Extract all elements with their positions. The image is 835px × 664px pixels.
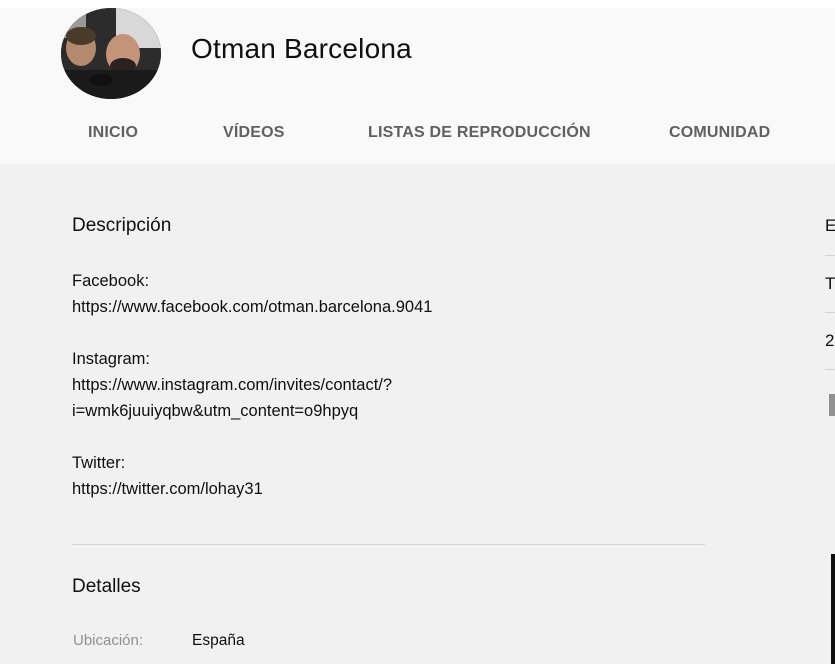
channel-tabs: INICIO VÍDEOS LISTAS DE REPRODUCCIÓN COM… [0, 120, 835, 150]
channel-header: Otman Barcelona INICIO VÍDEOS LISTAS DE … [0, 8, 835, 164]
section-divider [72, 544, 705, 545]
facebook-link[interactable]: https://www.facebook.com/otman.barcelona… [72, 298, 432, 317]
instagram-label: Instagram: [72, 350, 150, 368]
location-label: Ubicación: [73, 632, 144, 649]
facebook-label: Facebook: [72, 272, 150, 290]
sidebar-divider-3 [825, 369, 835, 370]
scrollbar-edge [831, 554, 835, 664]
avatar-photo [61, 8, 161, 99]
tab-listas-de-reproduccion[interactable]: LISTAS DE REPRODUCCIÓN [368, 124, 591, 142]
sidebar-partial-stat-1: T [825, 274, 835, 293]
about-content: Descripción Facebook: https://www.facebo… [0, 164, 835, 664]
instagram-link-line2[interactable]: i=wmk6juuiyqbw&utm_content=o9hpyq [72, 402, 358, 421]
tab-videos[interactable]: VÍDEOS [223, 124, 285, 142]
sidebar-partial-stat-2: 2 [825, 331, 835, 350]
location-value: España [192, 632, 245, 649]
channel-name: Otman Barcelona [191, 33, 412, 64]
tab-comunidad[interactable]: COMUNIDAD [669, 124, 770, 142]
twitter-label: Twitter: [72, 454, 126, 472]
sidebar-divider-2 [825, 312, 835, 313]
instagram-link-line1[interactable]: https://www.instagram.com/invites/contac… [72, 376, 392, 395]
top-strip [0, 0, 835, 8]
sidebar-divider-1 [825, 255, 835, 256]
channel-about-page: Otman Barcelona INICIO VÍDEOS LISTAS DE … [0, 0, 835, 664]
twitter-link[interactable]: https://twitter.com/lohay31 [72, 480, 263, 499]
details-title: Detalles [72, 576, 141, 597]
sidebar-partial-heading: E [825, 216, 835, 235]
tab-inicio[interactable]: INICIO [88, 124, 138, 142]
description-title: Descripción [72, 215, 172, 236]
channel-avatar[interactable] [61, 8, 161, 99]
flag-icon[interactable] [829, 394, 835, 416]
